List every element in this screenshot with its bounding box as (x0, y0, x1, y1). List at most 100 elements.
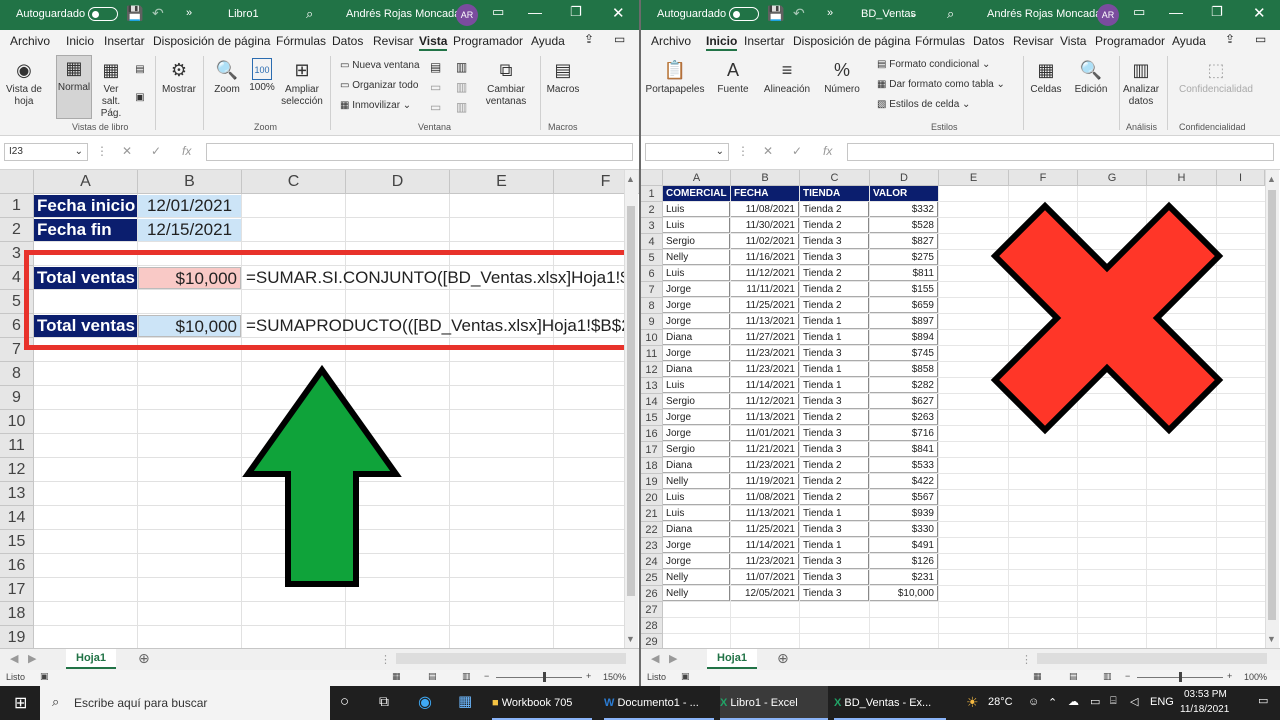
name-box[interactable]: ⌄ (645, 143, 729, 161)
table-cell[interactable]: 11/13/2021 (731, 410, 799, 425)
table-cell[interactable]: $939 (870, 506, 938, 521)
table-cell[interactable]: $659 (870, 298, 938, 313)
table-cell[interactable]: 12/05/2021 (731, 586, 799, 601)
table-cell[interactable]: $332 (870, 202, 938, 217)
sheet-tab-hoja1[interactable]: Hoja1 (66, 649, 116, 669)
col-header-B[interactable]: B (138, 170, 242, 194)
row-header-18[interactable]: 18 (0, 602, 34, 626)
table-cell[interactable]: Sergio (663, 394, 730, 409)
corner[interactable] (0, 170, 34, 194)
table-cell[interactable]: $275 (870, 250, 938, 265)
row-header-10[interactable]: 10 (0, 410, 34, 434)
tab-ayuda[interactable]: Ayuda (531, 34, 565, 48)
ribbon-display-icon[interactable]: ▭ (1133, 4, 1145, 20)
table-cell[interactable]: $263 (870, 410, 938, 425)
fuente-button[interactable]: A Fuente (715, 58, 751, 96)
estilos-celda-button[interactable]: ▧ Estilos de celda ⌄ (877, 99, 970, 110)
table-cell[interactable]: Tienda 1 (800, 378, 869, 393)
scroll-down-icon[interactable]: ▼ (1267, 634, 1277, 644)
taskbar-app-workbook[interactable]: ■ Workbook 705 (492, 686, 592, 720)
volume-icon[interactable]: ◁ (1130, 695, 1138, 708)
normal-view-icon[interactable]: ▦ (1033, 671, 1042, 682)
zoom-out-icon[interactable]: − (484, 671, 489, 681)
table-cell[interactable]: Tienda 1 (800, 538, 869, 553)
worksheet-grid[interactable]: A B C D E F G H I 1 2 3 4 5 6 7 8 9 10 11 12 13 14 15 16 17 18 19 20… (641, 170, 1280, 648)
table-cell[interactable]: Tienda 3 (800, 442, 869, 457)
add-sheet-icon[interactable]: ⊕ (777, 650, 789, 667)
cambiar-ventanas-button[interactable]: ⧉ Cambiar ventanas (480, 58, 532, 108)
table-cell[interactable]: 11/23/2021 (731, 458, 799, 473)
celdas-button[interactable]: ▦ Celdas (1027, 58, 1065, 96)
table-cell[interactable]: $126 (870, 554, 938, 569)
edicion-button[interactable]: 🔍 Edición (1071, 58, 1111, 96)
table-cell[interactable]: Luis (663, 506, 730, 521)
row-header-4[interactable]: 4 (641, 234, 663, 250)
table-cell[interactable]: $231 (870, 570, 938, 585)
sync-scroll-icon[interactable]: ▥ (456, 80, 467, 94)
col-header-C[interactable]: C (242, 170, 346, 194)
taskbar-app-libro1[interactable]: X Libro1 - Excel (720, 686, 828, 720)
table-cell[interactable]: Nelly (663, 586, 730, 601)
tab-programador[interactable]: Programador (1095, 34, 1165, 48)
row-header-11[interactable]: 11 (0, 434, 34, 458)
table-cell[interactable]: 11/23/2021 (731, 362, 799, 377)
col-header-B[interactable]: B (731, 170, 800, 186)
table-cell[interactable]: Tienda 3 (800, 554, 869, 569)
table-cell[interactable]: $282 (870, 378, 938, 393)
table-cell[interactable]: Jorge (663, 298, 730, 313)
row-header-12[interactable]: 12 (0, 458, 34, 482)
vista-hoja-button[interactable]: ◉ Vista de hoja (4, 58, 44, 108)
battery-icon[interactable]: ▭ (1090, 695, 1100, 708)
nueva-ventana-button[interactable]: ▭ Nueva ventana (340, 60, 420, 71)
table-cell[interactable]: 11/13/2021 (731, 314, 799, 329)
scrollbar-thumb[interactable] (1268, 190, 1276, 620)
table-cell[interactable]: Diana (663, 458, 730, 473)
windows-start-icon[interactable]: ⊞ (14, 693, 27, 713)
side-by-side-icon[interactable]: ▥ (456, 60, 467, 74)
cell-a2[interactable]: Fecha fin (34, 219, 137, 241)
table-cell[interactable]: Nelly (663, 250, 730, 265)
table-cell[interactable]: $897 (870, 314, 938, 329)
row-header-8[interactable]: 8 (641, 298, 663, 314)
zoom-slider-thumb[interactable] (1179, 672, 1182, 682)
row-header-14[interactable]: 14 (641, 394, 663, 410)
row-header-11[interactable]: 11 (641, 346, 663, 362)
table-cell[interactable]: 11/08/2021 (731, 490, 799, 505)
table-cell[interactable]: $827 (870, 234, 938, 249)
row-header-10[interactable]: 10 (641, 330, 663, 346)
network-icon[interactable]: ⌸ (1110, 695, 1117, 708)
row-header-14[interactable]: 14 (0, 506, 34, 530)
name-box[interactable]: I23 ⌄ (4, 143, 88, 161)
formato-condicional-button[interactable]: ▤ Formato condicional ⌄ (877, 59, 990, 70)
table-cell[interactable]: Tienda 2 (800, 490, 869, 505)
row-header-16[interactable]: 16 (641, 426, 663, 442)
alineacion-button[interactable]: ≡ Alineación (759, 58, 815, 96)
table-cell[interactable]: 11/02/2021 (731, 234, 799, 249)
tab-insertar[interactable]: Insertar (744, 34, 785, 48)
cortana-icon[interactable]: ○ (340, 693, 349, 710)
table-cell[interactable]: Jorge (663, 426, 730, 441)
table-cell[interactable]: Tienda 2 (800, 266, 869, 281)
table-cell[interactable]: Tienda 3 (800, 570, 869, 585)
corner[interactable] (641, 170, 663, 186)
clock-date[interactable]: 11/18/2021 (1180, 704, 1229, 715)
row-header-6[interactable]: 6 (641, 266, 663, 282)
table-cell[interactable]: 11/07/2021 (731, 570, 799, 585)
row-header-29[interactable]: 29 (641, 634, 663, 648)
table-cell[interactable]: Luis (663, 218, 730, 233)
table-cell[interactable]: Tienda 3 (800, 234, 869, 249)
table-cell[interactable]: $811 (870, 266, 938, 281)
page-break-view-icon[interactable]: ▥ (1103, 671, 1112, 682)
table-cell[interactable]: Tienda 3 (800, 426, 869, 441)
zoom-selection-button[interactable]: ⊞ Ampliar selección (280, 58, 324, 108)
page-layout-icon[interactable]: ▤ (132, 64, 148, 76)
table-cell[interactable]: Jorge (663, 282, 730, 297)
row-header-26[interactable]: 26 (641, 586, 663, 602)
col-header-A[interactable]: A (34, 170, 138, 194)
table-cell[interactable]: Luis (663, 490, 730, 505)
tab-vista[interactable]: Vista (419, 34, 448, 51)
table-cell[interactable]: Tienda 1 (800, 506, 869, 521)
add-sheet-icon[interactable]: ⊕ (138, 650, 150, 667)
table-cell[interactable]: Tienda 3 (800, 394, 869, 409)
macros-button[interactable]: ▤ Macros (544, 58, 582, 96)
